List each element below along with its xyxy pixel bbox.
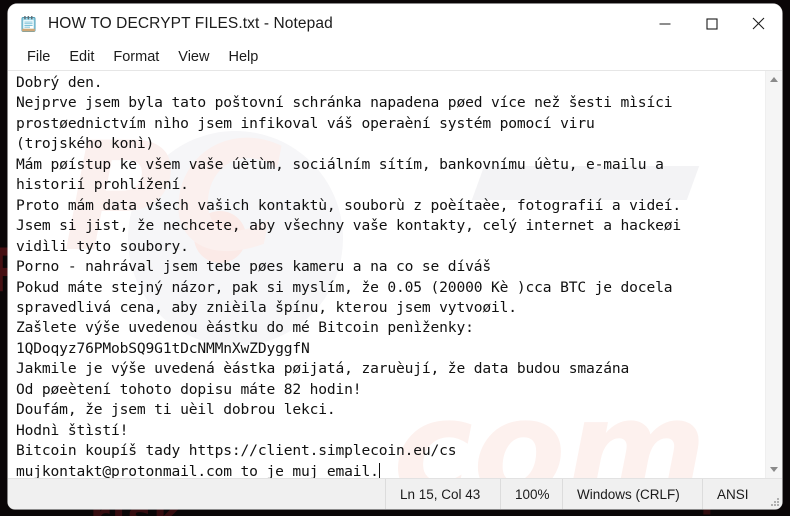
text-line: Od pøeètení tohoto dopisu máte 82 hodin! [16, 380, 362, 398]
menu-item-help[interactable]: Help [219, 47, 267, 67]
menu-item-file[interactable]: File [18, 47, 59, 67]
text-line: historií prohlížení. [16, 176, 189, 194]
editor-area: PC com Dobrý den. Nejprve jsem byla tato… [8, 71, 782, 478]
text-line: Pokud máte stejný názor, pak si myslím, … [16, 278, 673, 296]
text-line: prostøednictvím nìho jsem infikoval váš … [16, 114, 595, 132]
window-controls [641, 4, 782, 43]
status-bar: Ln 15, Col 43 100% Windows (CRLF) ANSI [8, 478, 782, 509]
menu-item-view[interactable]: View [169, 47, 218, 67]
close-button[interactable] [735, 4, 782, 43]
text-line: Nejprve jsem byla tato poštovní schránka… [16, 94, 673, 112]
vertical-scrollbar[interactable] [765, 71, 782, 478]
maximize-button[interactable] [688, 4, 735, 43]
text-line: Bitcoin koupíš tady https://client.simpl… [16, 442, 457, 460]
text-line: Jsem si jist, že nechcete, aby všechny v… [16, 217, 681, 235]
notepad-icon [19, 14, 39, 34]
text-line: Proto mám data všech vašich kontaktù, so… [16, 196, 681, 214]
text-line: spravedlivá cena, aby znièila špínu, kte… [16, 298, 517, 316]
title-bar[interactable]: HOW TO DECRYPT FILES.txt - Notepad [8, 4, 782, 43]
status-position[interactable]: Ln 15, Col 43 [385, 479, 500, 509]
text-line: Mám pøístup ke všem vaše úètùm, sociální… [16, 155, 664, 173]
text-content[interactable]: Dobrý den. Nejprve jsem byla tato poštov… [8, 71, 765, 478]
text-line-last: mujkontakt@protonmail.com to je muj emai… [16, 462, 765, 478]
text-line: Porno - nahrával jsem tebe pøes kameru a… [16, 258, 491, 276]
menu-bar: File Edit Format View Help [8, 43, 782, 71]
resize-grip-icon[interactable] [768, 495, 779, 506]
notepad-window: HOW TO DECRYPT FILES.txt - Notepad File … [8, 4, 782, 509]
minimize-button[interactable] [641, 4, 688, 43]
window-title: HOW TO DECRYPT FILES.txt - Notepad [48, 14, 333, 32]
text-line: Doufám, že jsem ti uèil dobrou lekci. [16, 401, 336, 419]
text-line: Zašlete výše uvedenou èástku do mé Bitco… [16, 319, 474, 337]
text-line: (trojského konì) [16, 135, 155, 153]
scroll-up-arrow[interactable] [766, 71, 782, 88]
status-line-ending[interactable]: Windows (CRLF) [562, 479, 702, 509]
menu-item-format[interactable]: Format [104, 47, 168, 67]
status-zoom[interactable]: 100% [500, 479, 562, 509]
menu-item-edit[interactable]: Edit [60, 47, 103, 67]
text-line: vidìli tyto soubory. [16, 237, 189, 255]
text-line: Dobrý den. [16, 74, 103, 91]
text-line: Jakmile je výše uvedená èástka pøijatá, … [16, 360, 630, 378]
text-line: Hodnì štìstí! [16, 421, 129, 439]
text-caret [379, 462, 381, 478]
text-line-bitcoin-address: 1QDoqyz76PMobSQ9G1tDcNMMnXwZDyggfN [16, 339, 310, 357]
scroll-down-arrow[interactable] [766, 461, 782, 478]
text-line: mujkontakt@protonmail.com to je muj emai… [16, 462, 379, 478]
